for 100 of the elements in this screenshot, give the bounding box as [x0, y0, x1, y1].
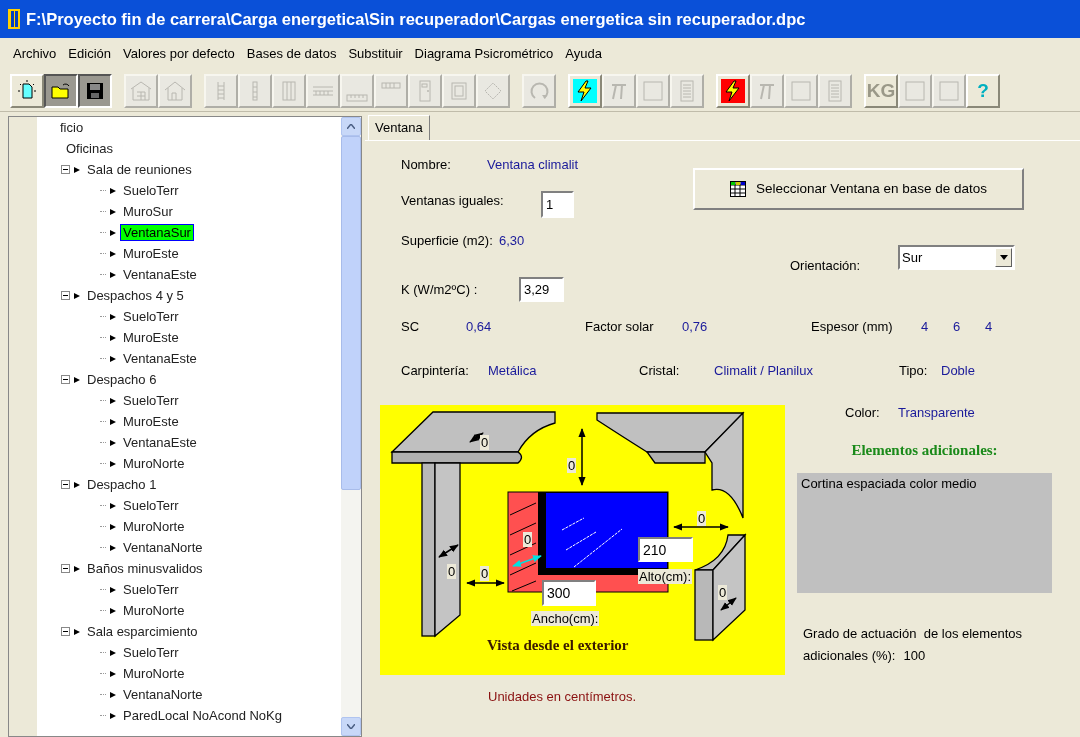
input-field[interactable]: 1	[541, 191, 574, 218]
pointer-icon	[109, 711, 117, 720]
menu-item[interactable]: Archivo	[8, 44, 62, 64]
pointer-icon	[73, 480, 81, 489]
field-value: Transparente	[898, 404, 975, 423]
pointer-icon	[109, 606, 117, 615]
tree-item[interactable]: Oficinas	[63, 140, 116, 157]
blank-square-icon	[641, 78, 665, 103]
units-note: Unidades en centímetros.	[488, 688, 638, 706]
caret-up-icon	[347, 124, 355, 129]
field-label: Superficie (m2):	[401, 232, 494, 251]
collapse-icon[interactable]	[61, 480, 70, 489]
pointer-icon	[109, 690, 117, 699]
scroll-thumb[interactable]	[341, 136, 361, 490]
app-icon	[8, 9, 20, 29]
pointer-icon	[109, 354, 117, 363]
field-value: Ventana climalit	[487, 156, 579, 175]
menu-item[interactable]: Diagrama Psicrométrico	[409, 44, 559, 64]
menu-item[interactable]: Edición	[63, 44, 116, 64]
menu-item[interactable]: Bases de datos	[241, 44, 342, 64]
menu-item[interactable]: Substituir	[343, 44, 408, 64]
lintel-icon	[381, 82, 401, 89]
tree-item[interactable]: Baños minusvalidos	[84, 560, 206, 577]
tab[interactable]: Ventana	[368, 115, 430, 140]
field-value: 4	[985, 318, 994, 337]
field-value: Climalit / Planilux	[714, 362, 814, 381]
pointer-icon	[109, 459, 117, 468]
collapse-icon[interactable]	[61, 375, 70, 384]
table-grid-icon	[729, 181, 746, 197]
collapse-icon[interactable]	[61, 165, 70, 174]
blank-square-icon	[789, 78, 813, 103]
tree-item[interactable]: MuroNorte	[120, 518, 188, 535]
pointer-icon	[109, 543, 117, 552]
pointer-icon	[109, 249, 117, 258]
menu-item[interactable]: Ayuda	[560, 44, 607, 64]
tree-item[interactable]: Sala de reuniones	[84, 161, 195, 178]
tree-item[interactable]: Despachos 4 y 5	[84, 287, 187, 304]
scrollbar[interactable]	[341, 117, 361, 736]
floor-icon	[346, 93, 368, 102]
tree-item[interactable]: MuroEste	[120, 329, 182, 346]
field-value: 4	[921, 318, 930, 337]
tree-item[interactable]: Despacho 1	[84, 476, 160, 493]
pointer-icon	[109, 417, 117, 426]
toolbar-button[interactable]	[44, 73, 78, 108]
collapse-icon[interactable]	[61, 627, 70, 636]
tree-item[interactable]: SueloTerr	[120, 581, 182, 598]
list-item[interactable]: Cortina espaciada color medio	[801, 473, 1048, 493]
collapse-icon[interactable]	[61, 564, 70, 573]
menu-item[interactable]: Valores por defecto	[118, 44, 240, 64]
select-from-database-button[interactable]: Seleccionar Ventana en base de datos	[693, 168, 1024, 210]
blank-square-icon	[937, 78, 961, 103]
tree-item[interactable]: SueloTerr	[120, 392, 182, 409]
dimension-label: Alto(cm):	[638, 569, 692, 584]
tree-item[interactable]: MuroEste	[120, 245, 182, 262]
pointer-icon	[109, 522, 117, 531]
blank-square-icon	[903, 78, 927, 103]
tree-item[interactable]: VentanaEste	[120, 266, 200, 283]
tree-item[interactable]: SueloTerr	[120, 308, 182, 325]
pointer-icon	[73, 627, 81, 636]
tree-item[interactable]: SueloTerr	[120, 497, 182, 514]
tree-item[interactable]: VentanaSur	[120, 224, 194, 241]
field-label: Tipo:	[899, 362, 929, 381]
pointer-icon	[109, 312, 117, 321]
collapse-icon[interactable]	[61, 291, 70, 300]
field-label: Ventanas iguales:	[401, 191, 505, 210]
tree-item[interactable]: MuroNorte	[120, 455, 188, 472]
tree-item[interactable]: MuroNorte	[120, 665, 188, 682]
field-label: K (W/m2ºC) :	[401, 280, 479, 299]
tree-item[interactable]: VentanaEste	[120, 434, 200, 451]
pointer-icon	[109, 648, 117, 657]
orientation-dropdown[interactable]: Sur	[898, 245, 1015, 270]
height-input[interactable]: 210	[638, 537, 693, 562]
scroll-up-button[interactable]	[341, 117, 361, 136]
field-label: Color:	[845, 404, 881, 423]
pointer-icon	[109, 228, 117, 237]
diagram-caption: Vista desde el exterior	[487, 636, 629, 655]
field-label: SC	[401, 318, 421, 337]
pointer-icon	[109, 585, 117, 594]
pointer-icon	[73, 291, 81, 300]
actuation-degree-text: Grado de actuación de los elementos adicionales (%): 100	[803, 624, 1023, 665]
tree-item[interactable]: Sala esparcimiento	[84, 623, 201, 640]
pointer-icon	[73, 564, 81, 573]
scroll-down-button[interactable]	[341, 717, 361, 736]
tree-item[interactable]: SueloTerr	[120, 644, 182, 661]
input-field[interactable]: 3,29	[519, 277, 564, 302]
tree-item[interactable]: SueloTerr	[120, 182, 182, 199]
field-label: Carpintería:	[401, 362, 470, 381]
tree-item[interactable]: VentanaNorte	[120, 539, 206, 556]
toolbar-button[interactable]	[78, 73, 112, 108]
section-heading: Elementos adicionales:	[850, 441, 999, 460]
tree-item[interactable]: MuroEste	[120, 413, 182, 430]
tree-item[interactable]: ficio	[57, 119, 87, 136]
tree-item[interactable]: MuroSur	[120, 203, 176, 220]
tree-item[interactable]: Despacho 6	[84, 371, 160, 388]
tree-item[interactable]: VentanaNorte	[120, 686, 206, 703]
tree-item[interactable]: MuroNorte	[120, 602, 188, 619]
tree-item[interactable]: ParedLocal NoAcond NoKg	[120, 707, 285, 724]
tree-item[interactable]: VentanaEste	[120, 350, 200, 367]
dimension-label: 0	[567, 458, 577, 473]
width-input[interactable]: 300	[542, 580, 596, 606]
